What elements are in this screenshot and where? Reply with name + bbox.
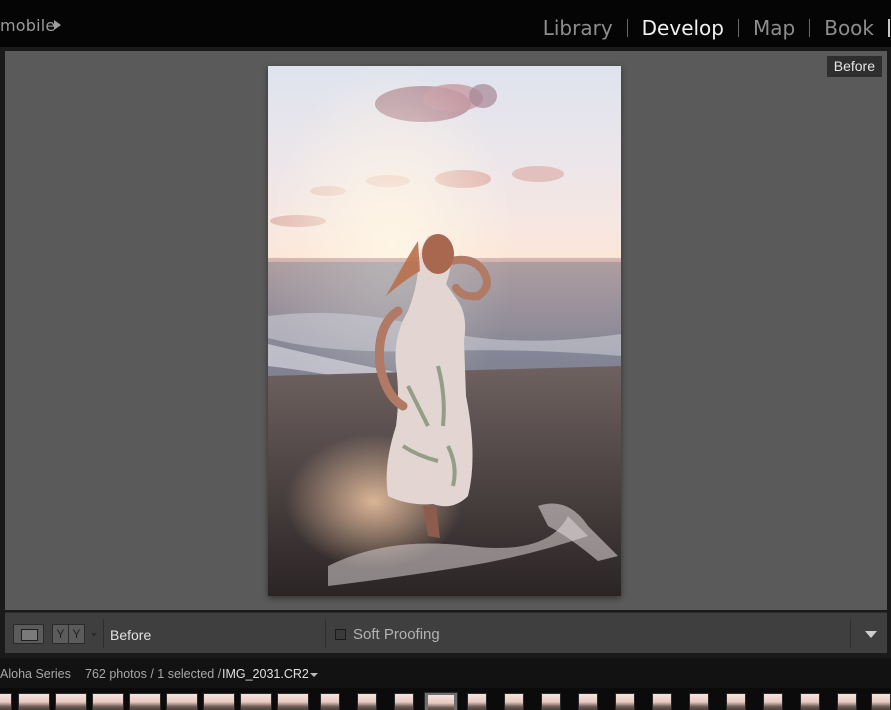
filmstrip-thumbnail[interactable] <box>800 693 820 710</box>
chevron-down-icon[interactable] <box>310 673 318 677</box>
filmstrip-thumbnail[interactable] <box>394 693 414 710</box>
filmstrip-thumbnail[interactable] <box>240 693 272 710</box>
filmstrip-filename[interactable]: IMG_2031.CR2 <box>222 667 309 681</box>
module-list: Library Develop Map Book <box>529 14 891 42</box>
filmstrip-thumbnail[interactable] <box>357 693 377 710</box>
module-separator <box>888 19 890 37</box>
filmstrip-thumbnail[interactable] <box>467 693 487 710</box>
filmstrip-thumbnail[interactable] <box>578 693 598 710</box>
view-mode-label: Before <box>110 627 152 643</box>
toolbar-divider <box>850 619 851 648</box>
photo-preview[interactable] <box>268 66 621 596</box>
filmstrip-thumbnail[interactable] <box>92 693 124 710</box>
filmstrip-thumbnail[interactable] <box>277 693 309 710</box>
filmstrip-thumbnail[interactable] <box>763 693 783 710</box>
filmstrip-thumbnail[interactable] <box>18 693 50 710</box>
before-after-glyph-left: Y <box>53 625 69 643</box>
image-view-area[interactable]: Before <box>5 51 887 610</box>
filmstrip-thumbnail[interactable] <box>541 693 561 710</box>
module-map[interactable]: Map <box>739 14 809 42</box>
photo-icon <box>268 66 621 596</box>
filmstrip-thumbnail[interactable] <box>504 693 524 710</box>
filmstrip-thumbnail[interactable] <box>55 693 87 710</box>
filmstrip-header: Aloha Series 762 photos / 1 selected / I… <box>0 658 891 688</box>
module-book[interactable]: Book <box>810 14 888 42</box>
toolbar-divider <box>103 619 104 648</box>
filmstrip-source-label[interactable]: Aloha Series <box>0 667 71 681</box>
develop-toolbar: Y Y Before Soft Proofing <box>5 612 887 653</box>
filmstrip-thumbnail[interactable] <box>652 693 672 710</box>
module-develop[interactable]: Develop <box>628 14 738 42</box>
before-after-button[interactable]: Y Y <box>52 624 85 644</box>
before-overlay-label: Before <box>826 56 882 77</box>
filmstrip-thumbnail[interactable] <box>726 693 746 710</box>
toolbar-menu-triangle-icon[interactable] <box>865 631 877 638</box>
filmstrip-thumbnail[interactable] <box>689 693 709 710</box>
filmstrip-thumbnail[interactable] <box>837 693 857 710</box>
filmstrip-thumbnail[interactable] <box>615 693 635 710</box>
develop-view-frame: Before <box>0 47 891 658</box>
before-after-glyph-right: Y <box>72 627 81 641</box>
module-picker-bar: mobile Library Develop Map Book <box>0 0 891 47</box>
toolbar-divider <box>325 619 326 648</box>
filmstrip-thumbnail[interactable] <box>871 693 891 710</box>
filmstrip-count-label: 762 photos / 1 selected / <box>85 667 222 681</box>
filmstrip-thumbnail[interactable] <box>166 693 198 710</box>
filmstrip-thumbnail[interactable] <box>203 693 235 710</box>
soft-proofing-label[interactable]: Soft Proofing <box>353 626 440 643</box>
play-triangle-icon[interactable] <box>54 20 61 30</box>
filmstrip <box>0 688 891 710</box>
chevron-down-icon[interactable] <box>91 633 97 637</box>
identity-plate-label[interactable]: mobile <box>0 16 55 35</box>
loupe-view-button[interactable] <box>13 624 44 644</box>
filmstrip-thumbnail-selected[interactable] <box>424 692 458 710</box>
filmstrip-thumbnail[interactable] <box>0 693 12 710</box>
soft-proofing-checkbox[interactable] <box>335 629 346 640</box>
module-library[interactable]: Library <box>529 14 627 42</box>
filmstrip-thumbnail[interactable] <box>129 693 161 710</box>
filmstrip-thumbnail[interactable] <box>320 693 340 710</box>
